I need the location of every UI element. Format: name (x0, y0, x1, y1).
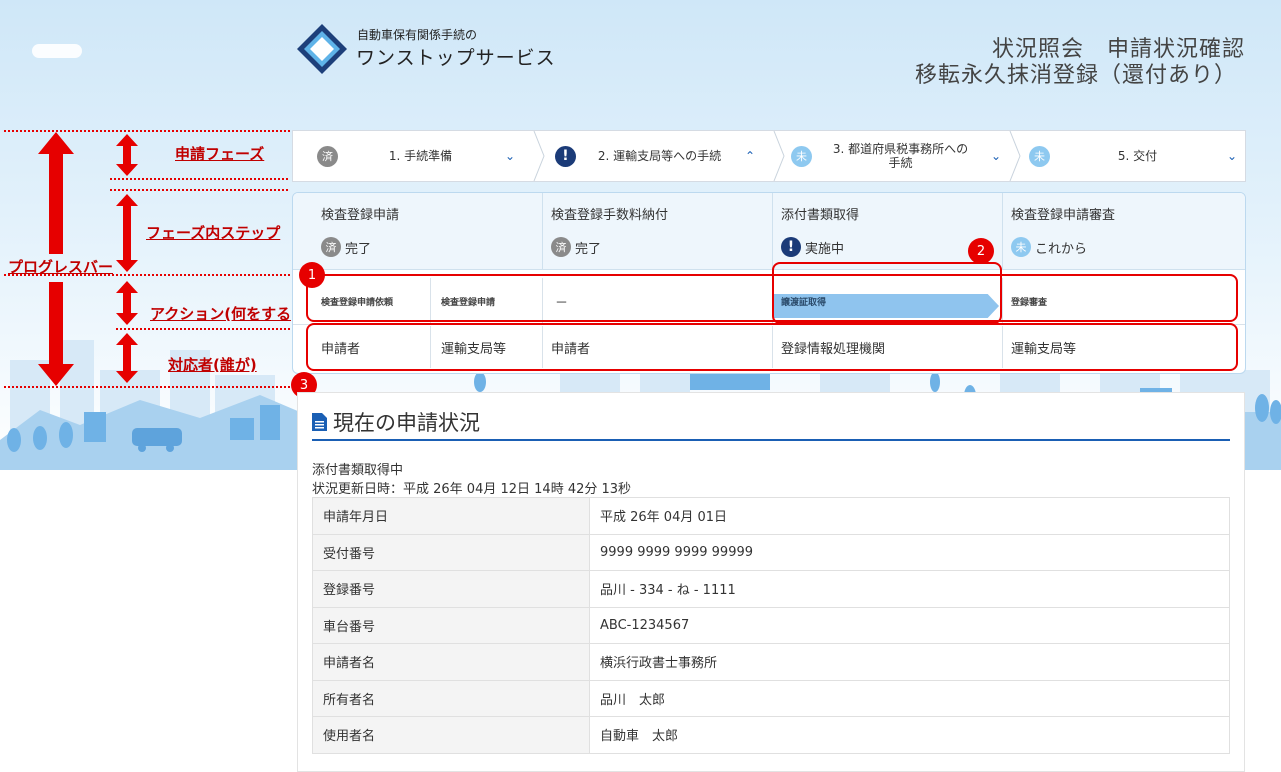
row-label: 受付番号 (312, 533, 590, 571)
step-3: 添付書類取得 ! 実施中 (773, 193, 1003, 269)
phase-label: 5. 交付 (1117, 149, 1158, 163)
table-row: 車台番号 ABC-1234567 (312, 606, 1230, 644)
step-status: 済 完了 (551, 237, 601, 257)
row-label: 使用者名 (312, 716, 590, 754)
phase-label: 1. 手続準備 (388, 149, 453, 163)
step-name: 検査登録手数料納付 (551, 208, 669, 223)
phase-separator (773, 131, 785, 181)
step-status-text: 完了 (345, 241, 372, 257)
step-status: ! 実施中 (781, 237, 844, 257)
step-1: 検査登録申請 済 完了 (293, 193, 543, 269)
done-badge-icon: 済 (321, 237, 341, 257)
phase-arrow-icon (116, 134, 138, 176)
chevron-up-icon[interactable]: ⌃ (743, 149, 757, 163)
document-icon (312, 413, 327, 431)
phase-step-arrow-icon (116, 194, 138, 272)
annotation-guide (116, 328, 290, 330)
row-value: 品川 - 334 - ね - 1111 (589, 570, 1230, 608)
phase-label-line: 手続 (888, 156, 913, 170)
annotation-guide (4, 386, 290, 388)
step-status-text: これから (1035, 241, 1088, 257)
step-name: 添付書類取得 (781, 208, 860, 223)
current-status-section: 現在の申請状況 添付書類取得中 状況更新日時：平成 26年 04月 12日 14… (297, 392, 1245, 772)
phase-step-label: フェーズ内ステップ (146, 224, 281, 242)
status-header: 現在の申請状況 (312, 405, 1230, 441)
table-row: 申請年月日 平成 26年 04月 01日 (312, 497, 1230, 535)
action-label: アクション(何をする) (150, 305, 298, 323)
logo-subtitle: 自動車保有関係手続の (357, 28, 478, 42)
phase-label-line: 3. 都道府県税事務所への (832, 142, 969, 156)
table-row: 申請者名 横浜行政書士事務所 (312, 643, 1230, 681)
row-value: 横浜行政書士事務所 (589, 643, 1230, 681)
table-row: 受付番号 9999 9999 9999 99999 (312, 533, 1230, 571)
row-value: 自動車 太郎 (589, 716, 1230, 754)
in-progress-badge-icon: ! (781, 237, 801, 257)
chevron-down-icon[interactable]: ⌄ (503, 149, 517, 163)
future-badge-icon: 未 (1011, 237, 1031, 257)
done-badge-icon: 済 (551, 237, 571, 257)
table-row: 登録番号 品川 - 334 - ね - 1111 (312, 570, 1230, 608)
step-status: 済 完了 (321, 237, 371, 257)
annotation-guide (110, 178, 288, 180)
done-badge-icon: 済 (317, 145, 338, 167)
phase-label: 申請フェーズ (175, 145, 265, 163)
step-status-text: 完了 (575, 241, 602, 257)
row-label: 登録番号 (312, 570, 590, 608)
page-subtitle: 移転永久抹消登録（還付あり） (914, 63, 1237, 88)
step-2: 検査登録手数料納付 済 完了 (543, 193, 773, 269)
current-step-highlight (772, 262, 1002, 324)
phase-2[interactable]: ! 2. 運輸支局等への手続 ⌃ (545, 131, 773, 181)
row-label: 申請者名 (312, 643, 590, 681)
steps-header-row: 検査登録申請 済 完了 検査登録手数料納付 済 完了 添付書類取得 ! 実施中 … (293, 193, 1245, 270)
phase-1[interactable]: 済 1. 手続準備 ⌄ (293, 131, 533, 181)
row-value: 品川 太郎 (589, 679, 1230, 717)
cloud-decoration (32, 44, 82, 58)
step-name: 検査登録申請 (321, 208, 400, 223)
row-value: 9999 9999 9999 99999 (589, 533, 1230, 571)
phase-progress-bar: 済 1. 手続準備 ⌄ ! 2. 運輸支局等への手続 ⌃ 未 3. 都道府県税事… (292, 130, 1246, 182)
marker-1: 1 (299, 262, 325, 288)
current-status-text: 添付書類取得中 (312, 463, 404, 478)
action-arrow-icon (116, 281, 138, 325)
marker-2: 2 (968, 238, 994, 264)
chevron-down-icon[interactable]: ⌄ (989, 149, 1003, 163)
row-value: ABC-1234567 (589, 606, 1230, 644)
actor-arrow-icon (116, 333, 138, 383)
step-status-text: 実施中 (805, 241, 845, 257)
phase-3[interactable]: 未 3. 都道府県税事務所への 手続 ⌄ (785, 131, 1009, 181)
future-badge-icon: 未 (791, 145, 812, 167)
phase-label: 3. 都道府県税事務所への 手続 (812, 142, 989, 170)
one-stop-logo (297, 24, 347, 74)
future-badge-icon: 未 (1029, 145, 1050, 167)
step-status: 未 これから (1011, 237, 1087, 257)
actor-label: 対応者(誰が) (168, 356, 257, 374)
row-label: 申請年月日 (312, 497, 590, 535)
status-updated-text: 状況更新日時：平成 26年 04月 12日 14時 42分 13秒 (312, 482, 632, 497)
phase-separator (533, 131, 545, 181)
chevron-down-icon[interactable]: ⌄ (1225, 149, 1239, 163)
phase-5[interactable]: 未 5. 交付 ⌄ (1021, 131, 1245, 181)
actor-row-highlight (306, 323, 1238, 371)
step-name: 検査登録申請審査 (1011, 208, 1116, 223)
table-row: 所有者名 品川 太郎 (312, 679, 1230, 717)
row-value: 平成 26年 04月 01日 (589, 497, 1230, 535)
phase-label: 2. 運輸支局等への手続 (597, 149, 722, 163)
progress-bar-label: プログレスバー (8, 258, 114, 276)
application-detail-table: 申請年月日 平成 26年 04月 01日 受付番号 9999 9999 9999 99… (312, 497, 1230, 754)
table-row: 使用者名 自動車 太郎 (312, 716, 1230, 754)
logo-title: ワンストップサービス (356, 47, 556, 69)
status-title: 現在の申請状況 (333, 411, 480, 435)
step-4: 検査登録申請審査 未 これから (1003, 193, 1245, 269)
in-progress-badge-icon: ! (555, 145, 576, 167)
annotation-guide (110, 189, 288, 191)
row-label: 車台番号 (312, 606, 590, 644)
phase-separator (1009, 131, 1021, 181)
row-label: 所有者名 (312, 679, 590, 717)
